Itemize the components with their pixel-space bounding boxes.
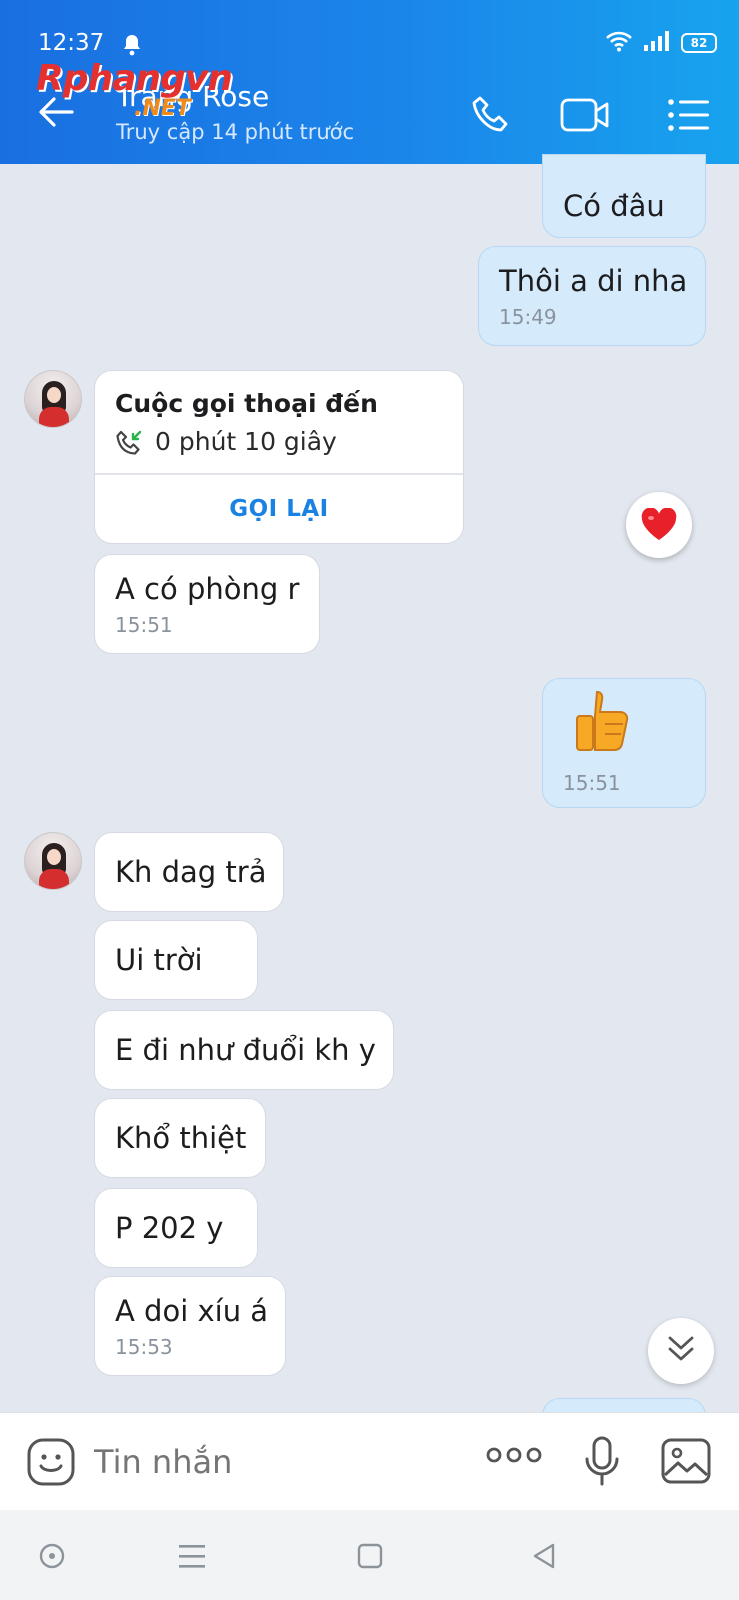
microphone-icon[interactable] bbox=[582, 1435, 622, 1493]
last-seen-status: Truy cập 14 phút trước bbox=[116, 120, 355, 144]
message-text: Khổ thiệt bbox=[115, 1121, 247, 1155]
call-back-button[interactable]: GỌI LẠI bbox=[95, 473, 463, 543]
message-text: A doi xíu á bbox=[115, 1294, 269, 1328]
emoji-icon[interactable] bbox=[26, 1437, 76, 1491]
back-triangle-icon[interactable] bbox=[522, 1534, 566, 1578]
message-time: 15:49 bbox=[499, 305, 557, 329]
menu-list-icon[interactable] bbox=[664, 92, 714, 138]
signal-icon bbox=[643, 30, 671, 56]
call-duration: 0 phút 10 giây bbox=[155, 427, 337, 456]
battery-indicator: 82 bbox=[681, 33, 717, 53]
call-title: Cuộc gọi thoại đến bbox=[115, 389, 378, 418]
message-bubble-received[interactable]: A có phòng r 15:51 bbox=[94, 554, 320, 654]
message-bubble-received[interactable]: E đi như đuổi kh y bbox=[94, 1010, 394, 1090]
message-bubble-sent[interactable]: Có đâu bbox=[542, 154, 706, 238]
sticker-bubble-sent[interactable]: 15:51 bbox=[542, 678, 706, 808]
wifi-icon bbox=[605, 30, 633, 56]
message-text: P 202 y bbox=[115, 1211, 224, 1245]
status-time: 12:37 bbox=[38, 30, 105, 56]
double-chevron-down-icon bbox=[664, 1332, 698, 1370]
missed-call-icon bbox=[115, 429, 143, 461]
message-composer bbox=[0, 1412, 739, 1510]
message-bubble-received[interactable]: P 202 y bbox=[94, 1188, 258, 1268]
message-bubble-sent[interactable]: Thôi a di nha 15:49 bbox=[478, 246, 706, 346]
incoming-call-card: Cuộc gọi thoại đến 0 phút 10 giây GỌI LẠ… bbox=[94, 370, 464, 544]
message-time: 15:53 bbox=[115, 1335, 173, 1359]
image-icon[interactable] bbox=[660, 1437, 712, 1489]
message-bubble-received[interactable]: Khổ thiệt bbox=[94, 1098, 266, 1178]
home-icon[interactable] bbox=[348, 1534, 392, 1578]
more-dots-icon[interactable] bbox=[486, 1443, 542, 1471]
message-bubble-received[interactable]: Kh dag trả bbox=[94, 832, 284, 912]
message-bubble-received[interactable]: Ui trời bbox=[94, 920, 258, 1000]
message-time: 15:51 bbox=[115, 613, 173, 637]
watermark-logo: Rphangvn bbox=[36, 58, 233, 99]
chat-header: 12:37 82 Trang Rose Truy cập 14 phút trư… bbox=[0, 0, 739, 164]
notification-bell-icon bbox=[122, 34, 142, 60]
thumbs-up-icon bbox=[571, 688, 685, 761]
message-text: A có phòng r bbox=[115, 572, 300, 606]
status-icons: 82 bbox=[605, 30, 717, 56]
message-time: 15:51 bbox=[563, 771, 621, 795]
message-text: Ui trời bbox=[115, 943, 203, 977]
system-navigation-bar bbox=[0, 1510, 739, 1600]
recents-icon[interactable] bbox=[170, 1534, 214, 1578]
message-input[interactable] bbox=[94, 1439, 454, 1485]
contact-avatar[interactable] bbox=[24, 832, 82, 890]
heart-reaction-icon[interactable] bbox=[626, 492, 692, 558]
dot-icon[interactable] bbox=[30, 1534, 74, 1578]
watermark-logo-suffix: .NET bbox=[134, 96, 191, 121]
scroll-to-bottom-button[interactable] bbox=[648, 1318, 714, 1384]
message-text: Kh dag trả bbox=[115, 855, 267, 889]
message-text: E đi như đuổi kh y bbox=[115, 1033, 376, 1067]
message-bubble-received[interactable]: A doi xíu á 15:53 bbox=[94, 1276, 286, 1376]
video-camera-icon[interactable] bbox=[560, 92, 610, 138]
message-text: Thôi a di nha bbox=[499, 264, 688, 298]
contact-avatar[interactable] bbox=[24, 370, 82, 428]
message-text: Có đâu bbox=[563, 189, 665, 223]
phone-icon[interactable] bbox=[466, 92, 516, 138]
